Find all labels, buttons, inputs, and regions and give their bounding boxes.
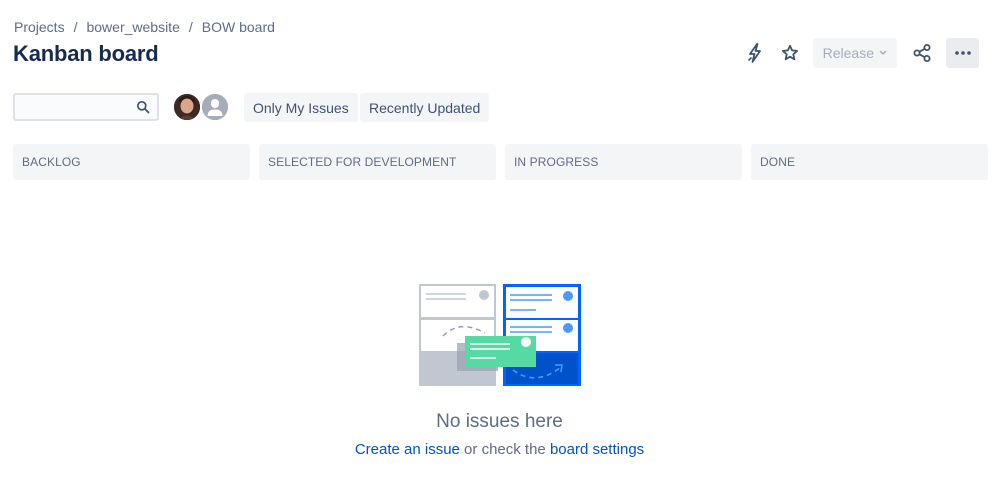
lightning-icon	[747, 43, 761, 63]
empty-state-title: No issues here	[436, 411, 563, 432]
automation-button[interactable]	[739, 37, 771, 69]
chevron-down-icon	[879, 50, 887, 56]
more-icon	[954, 51, 971, 55]
more-actions-button[interactable]	[946, 38, 979, 68]
only-my-issues-button[interactable]: Only My Issues	[244, 93, 358, 122]
column-backlog: BACKLOG	[13, 144, 250, 180]
breadcrumb-projects[interactable]: Projects	[14, 19, 65, 35]
column-done: DONE	[751, 144, 988, 180]
page-title: Kanban board	[13, 41, 159, 66]
search-field[interactable]	[13, 93, 159, 121]
search-input[interactable]	[15, 95, 125, 119]
kanban-board-page: Projects / bower_website / BOW board Kan…	[0, 0, 999, 490]
empty-board-illustration	[419, 284, 581, 386]
star-button[interactable]	[774, 37, 806, 69]
board-settings-link[interactable]: board settings	[550, 441, 644, 458]
recently-updated-button[interactable]: Recently Updated	[360, 93, 490, 122]
create-issue-link[interactable]: Create an issue	[355, 441, 460, 458]
breadcrumb-board[interactable]: BOW board	[202, 19, 275, 35]
empty-state-message: Create an issue or check the board setti…	[0, 441, 999, 458]
avatar[interactable]	[172, 92, 202, 122]
breadcrumb-separator: /	[188, 19, 193, 35]
breadcrumb-separator: /	[73, 19, 78, 35]
column-selected-for-development: SELECTED FOR DEVELOPMENT	[259, 144, 496, 180]
star-icon	[781, 44, 798, 61]
user-icon	[202, 94, 228, 120]
avatar[interactable]	[200, 92, 230, 122]
share-button[interactable]	[906, 37, 938, 69]
breadcrumb: Projects / bower_website / BOW board	[14, 19, 275, 35]
search-icon	[136, 100, 150, 114]
column-in-progress: IN PROGRESS	[505, 144, 742, 180]
empty-state-text: or check the	[459, 441, 550, 458]
breadcrumb-project[interactable]: bower_website	[86, 19, 179, 35]
assignee-avatars	[172, 92, 230, 122]
release-label: Release	[822, 45, 874, 61]
header-actions: Release	[739, 37, 979, 69]
user-photo-avatar	[174, 94, 200, 120]
share-icon	[913, 44, 931, 62]
release-button[interactable]: Release	[812, 38, 897, 68]
board-columns: BACKLOG SELECTED FOR DEVELOPMENT IN PROG…	[13, 144, 988, 180]
